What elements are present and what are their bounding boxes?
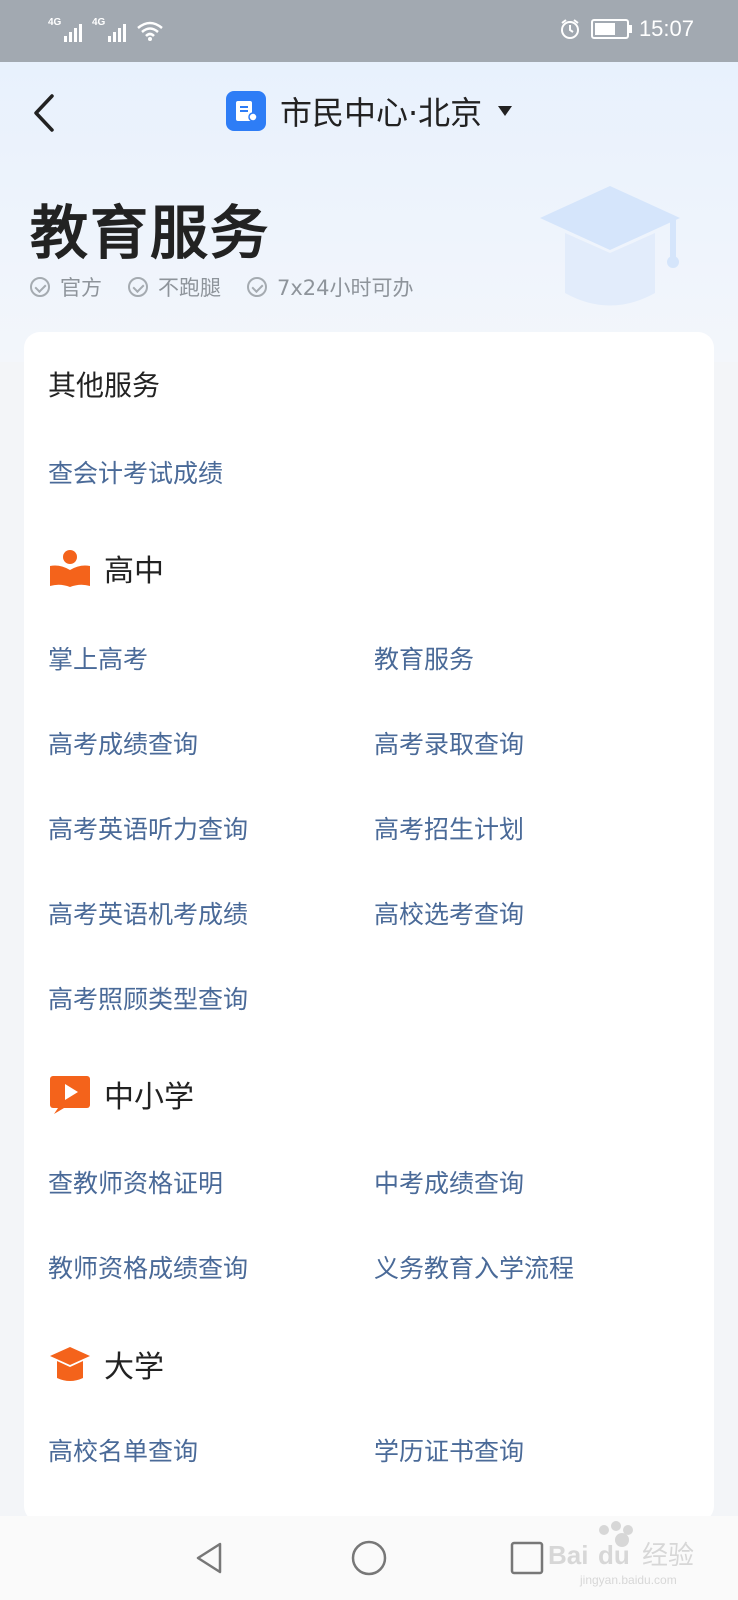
check-circle-icon xyxy=(30,277,50,297)
signal-label: 4G xyxy=(92,17,106,28)
alarm-icon xyxy=(560,19,579,39)
badge: 官方 xyxy=(30,272,102,302)
nav-back-icon[interactable] xyxy=(190,1538,230,1578)
page-title: 教育服务 xyxy=(30,199,271,267)
status-right: 15:07 xyxy=(559,16,694,42)
section-title: 大学 xyxy=(104,1350,164,1385)
graduation-cap-decoration-icon xyxy=(540,186,680,306)
check-circle-icon xyxy=(247,277,267,297)
service-link[interactable]: 教师资格成绩查询 xyxy=(48,1249,248,1285)
section-title: 中小学 xyxy=(104,1080,194,1115)
badge-label: 7x24小时可办 xyxy=(277,276,414,300)
service-link[interactable]: 高校名单查询 xyxy=(48,1432,198,1468)
services-card: 其他服务 查会计考试成绩 高中 掌上高考 教育服务 高考成绩查询 高考录取查询 … xyxy=(24,332,714,1522)
section-header-k12: 中小学 xyxy=(48,1072,194,1116)
nav-recents-icon[interactable] xyxy=(507,1538,547,1578)
badge-label: 不跑腿 xyxy=(158,276,221,300)
svg-text:Bai: Bai xyxy=(548,1540,588,1570)
caret-down-icon xyxy=(498,106,513,116)
badge-label: 官方 xyxy=(60,276,102,300)
service-link[interactable]: 义务教育入学流程 xyxy=(374,1249,574,1285)
graduation-cap-icon xyxy=(50,1347,90,1381)
badge: 7x24小时可办 xyxy=(247,272,414,302)
service-link[interactable]: 高考英语听力查询 xyxy=(48,810,248,846)
app-title: 市民中心·北京 xyxy=(280,94,483,132)
badge: 不跑腿 xyxy=(128,272,221,302)
section-header-high-school: 高中 xyxy=(48,546,164,590)
service-link[interactable]: 中考成绩查询 xyxy=(374,1164,524,1200)
service-link[interactable]: 查教师资格证明 xyxy=(48,1164,223,1200)
status-left: 4G 4G xyxy=(48,18,164,42)
status-bar: 4G 4G 15:07 xyxy=(0,0,738,62)
service-badges: 官方 不跑腿 7x24小时可办 xyxy=(30,272,414,302)
service-link[interactable]: 高校选考查询 xyxy=(374,895,524,931)
section-title-other: 其他服务 xyxy=(48,369,161,402)
nav-home-icon[interactable] xyxy=(349,1538,389,1578)
baidu-watermark-logo: Bai du 经验 jingyan.baidu.com xyxy=(548,1521,694,1587)
section-header-university: 大学 xyxy=(48,1342,164,1386)
service-link[interactable]: 掌上高考 xyxy=(48,640,148,676)
battery-icon xyxy=(590,19,632,39)
service-link[interactable]: 高考成绩查询 xyxy=(48,725,198,761)
section-title: 高中 xyxy=(104,554,164,589)
svg-text:jingyan.baidu.com: jingyan.baidu.com xyxy=(579,1573,677,1587)
service-link[interactable]: 高考英语机考成绩 xyxy=(48,895,248,931)
video-play-icon xyxy=(50,1076,90,1114)
app-logo-icon xyxy=(226,91,266,131)
signal-icon: 4G xyxy=(92,18,126,42)
service-link[interactable]: 高考照顾类型查询 xyxy=(48,980,248,1016)
service-link[interactable]: 学历证书查询 xyxy=(374,1432,524,1468)
svg-text:du: du xyxy=(598,1540,630,1570)
book-reader-icon xyxy=(50,550,90,587)
check-circle-icon xyxy=(128,277,148,297)
service-link[interactable]: 高考招生计划 xyxy=(374,810,524,846)
svg-text:经验: 经验 xyxy=(642,1541,694,1571)
status-time: 15:07 xyxy=(638,16,694,41)
service-link[interactable]: 查会计考试成绩 xyxy=(48,454,223,490)
service-link[interactable]: 高考录取查询 xyxy=(374,725,524,761)
app-title-selector[interactable]: 市民中心·北京 xyxy=(226,88,513,134)
signal-icon: 4G xyxy=(48,18,82,42)
service-link[interactable]: 教育服务 xyxy=(374,640,474,676)
chevron-left-icon[interactable] xyxy=(24,88,64,138)
wifi-icon xyxy=(137,21,163,41)
signal-label: 4G xyxy=(48,17,62,28)
